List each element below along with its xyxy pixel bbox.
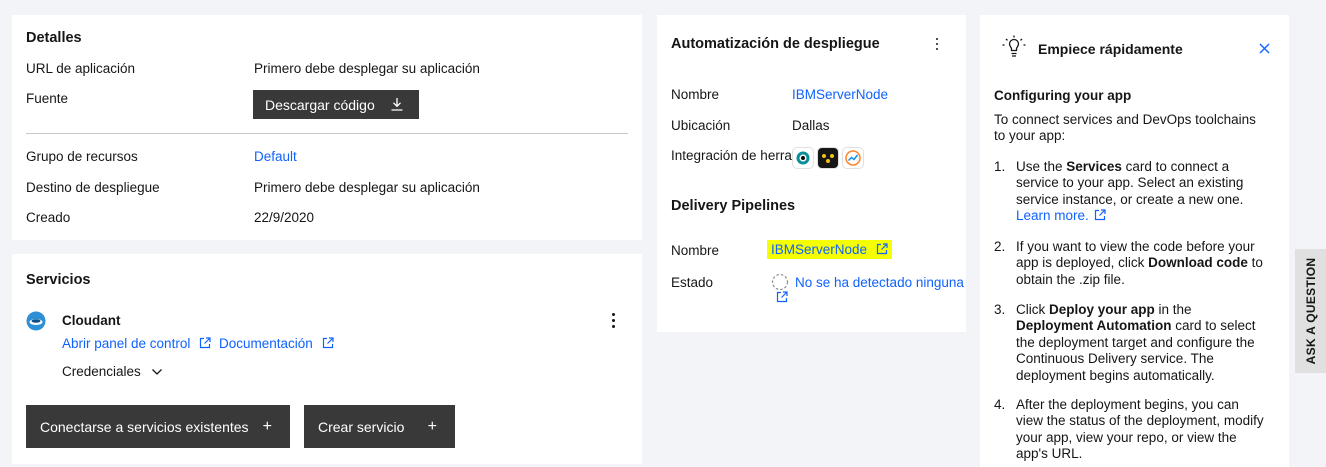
quickstart-step-3: 3. Click Deploy your app in the Deployme…: [994, 302, 1256, 383]
app-url-label: URL de aplicación: [26, 61, 136, 76]
services-title: Servicios: [26, 272, 91, 288]
quickstart-step-1: 1. Use the Services card to connect a se…: [994, 159, 1244, 224]
status-pending-icon: [771, 273, 789, 291]
connect-existing-label: Conectarse a servicios existentes: [40, 418, 249, 435]
external-link-icon: [876, 243, 888, 255]
learn-more-link[interactable]: Learn more.: [1016, 208, 1106, 223]
create-service-label: Crear servicio: [318, 418, 405, 435]
resource-group-link[interactable]: Default: [254, 149, 297, 164]
quickstart-step-4: 4. After the deployment begins, you can …: [994, 397, 1264, 462]
external-link-icon: [322, 337, 334, 349]
create-service-button[interactable]: Crear servicio +: [304, 405, 455, 448]
deploy-automation-card: Automatización de despliegue Nombre IBMS…: [657, 15, 966, 332]
pipeline-name-label: Nombre: [671, 243, 720, 258]
details-divider: [26, 133, 628, 134]
open-dashboard-link[interactable]: Abrir panel de control: [62, 336, 211, 351]
tool-integration-text: Integración de herramientas: [671, 148, 800, 163]
download-code-button[interactable]: Descargar código: [253, 90, 419, 119]
automation-name-label: Nombre: [671, 87, 720, 102]
credentials-toggle[interactable]: Credenciales: [62, 364, 162, 379]
documentation-label: Documentación: [219, 336, 313, 351]
plus-icon: +: [427, 417, 437, 435]
location-label: Ubicación: [671, 118, 731, 133]
deploy-target-value: Primero debe desplegar su aplicación: [254, 180, 480, 195]
pipeline-icon: [822, 154, 834, 163]
source-label: Fuente: [26, 91, 69, 106]
close-icon[interactable]: [1259, 43, 1270, 54]
cloudant-icon: [26, 311, 46, 331]
external-link-icon: [199, 337, 211, 349]
automation-overflow-menu-icon[interactable]: [936, 38, 940, 53]
credentials-label: Credenciales: [62, 364, 141, 379]
quickstart-title: Empiece rápidamente: [1038, 41, 1183, 57]
download-code-label: Descargar código: [265, 96, 375, 113]
pipeline-name-link[interactable]: IBMServerNode: [767, 240, 892, 259]
quickstart-heading: Configuring your app: [994, 88, 1132, 103]
open-dashboard-label: Abrir panel de control: [62, 336, 191, 351]
lightbulb-icon: [1002, 35, 1026, 57]
app-url-value: Primero debe desplegar su aplicación: [254, 61, 480, 76]
resource-group-label: Grupo de recursos: [26, 149, 138, 164]
repo-icon: [796, 151, 810, 165]
location-value: Dallas: [792, 118, 830, 133]
tool-integration-label: Integración de herramientas: [671, 148, 800, 163]
status-link[interactable]: No se ha detectado ninguna fase: [795, 275, 966, 290]
external-link-icon: [1094, 209, 1106, 221]
pipeline-name-text: IBMServerNode: [771, 242, 868, 257]
github-tool-icon[interactable]: [793, 148, 813, 168]
automation-name-link[interactable]: IBMServerNode: [792, 87, 888, 102]
service-name: Cloudant: [62, 313, 121, 328]
chevron-down-icon: [151, 369, 162, 375]
status-label: Estado: [671, 275, 714, 290]
quickstart-step-2: 2. If you want to view the code before y…: [994, 239, 1263, 287]
created-label: Creado: [26, 210, 71, 225]
delivery-pipeline-tool-icon[interactable]: [818, 148, 838, 168]
service-overflow-menu-icon[interactable]: [612, 313, 616, 331]
delivery-pipelines-title: Delivery Pipelines: [671, 198, 796, 214]
external-link-icon[interactable]: [776, 291, 788, 303]
quickstart-intro: To connect services and DevOps toolchain…: [994, 112, 1256, 144]
documentation-link[interactable]: Documentación: [219, 336, 334, 351]
plus-icon: +: [262, 417, 272, 435]
automation-title: Automatización de despliegue: [671, 36, 880, 52]
insights-tool-icon[interactable]: [843, 148, 863, 168]
created-value: 22/9/2020: [254, 210, 315, 225]
ask-question-tab[interactable]: ASK A QUESTION: [1295, 249, 1326, 373]
connect-existing-services-button[interactable]: Conectarse a servicios existentes +: [26, 405, 290, 448]
details-title: Detalles: [26, 30, 82, 46]
deploy-target-label: Destino de despliegue: [26, 180, 160, 195]
details-card: [12, 15, 642, 240]
insights-icon: [845, 150, 861, 166]
download-icon: [391, 98, 403, 111]
ask-question-label: ASK A QUESTION: [1303, 257, 1318, 365]
